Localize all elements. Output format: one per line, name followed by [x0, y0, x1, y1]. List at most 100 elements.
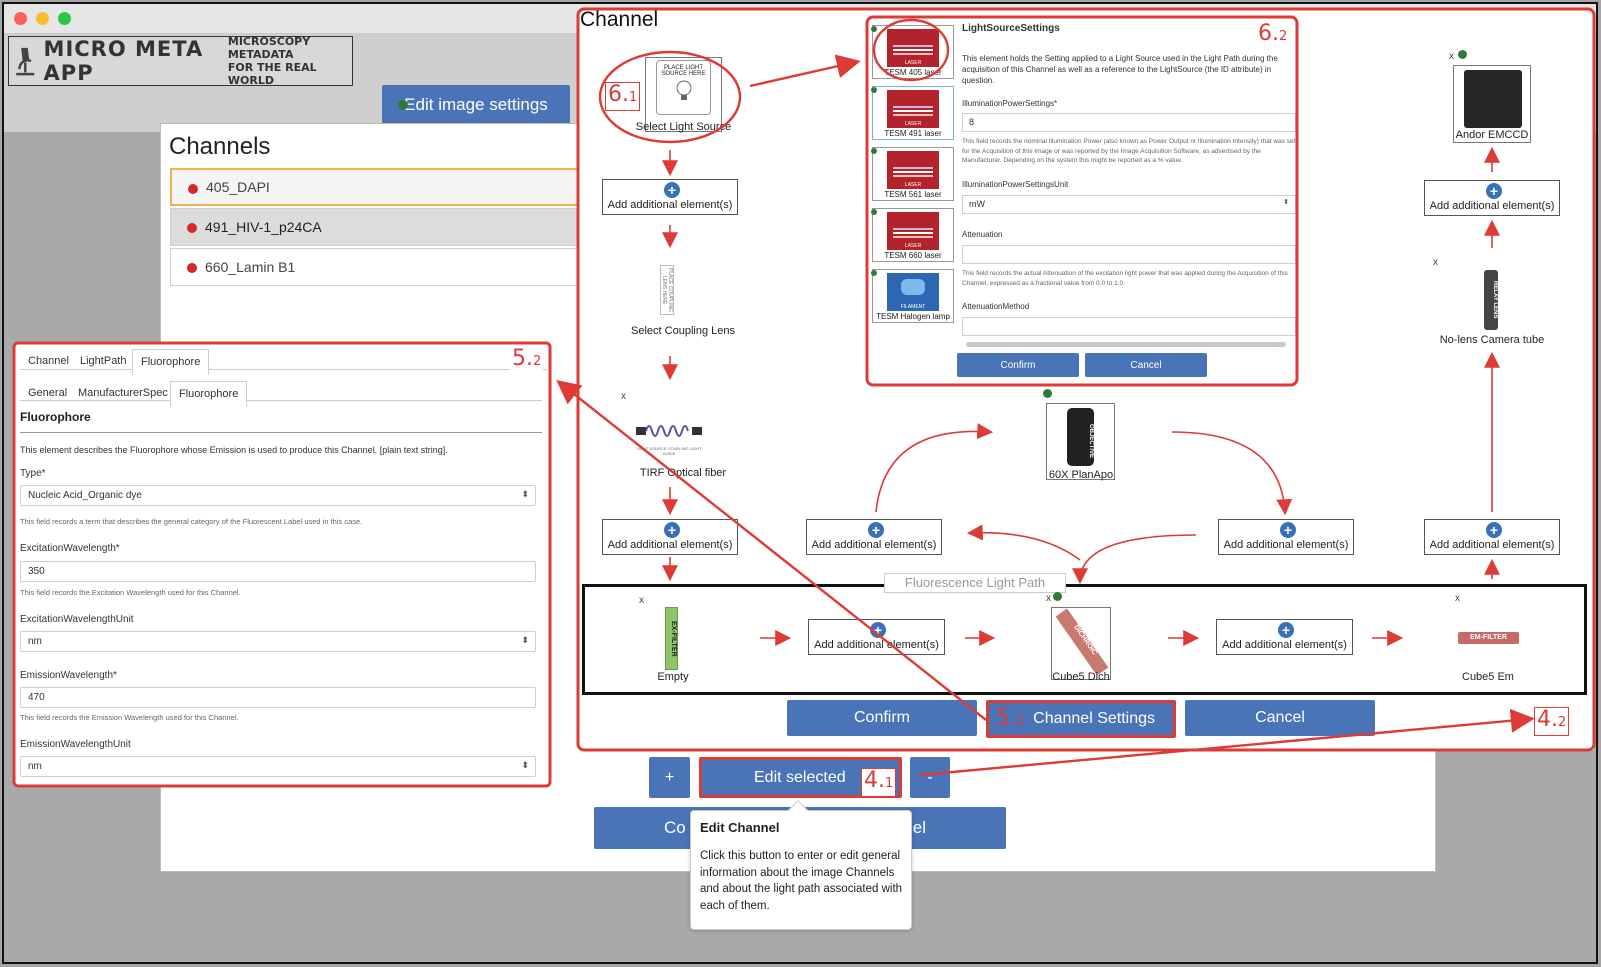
attenuation-help: This field records the actual Attenuatio… — [962, 270, 1288, 287]
dichroic-node[interactable]: DICHROIC — [1051, 607, 1111, 680]
power-unit-label: IlluminationPowerSettingsUnit — [962, 180, 1069, 189]
laser-icon: LASER — [887, 90, 939, 128]
tab-fluorophore[interactable]: Fluorophore — [132, 349, 210, 375]
logo-tagline-line-1: MICROSCOPY METADATA — [227, 35, 311, 61]
excitation-help: This field records the Excitation Wavele… — [20, 588, 241, 597]
channel-name: 660_Lamin B1 — [205, 259, 296, 275]
light-source-caption: TESM 405 laser — [884, 68, 942, 77]
light-source-item[interactable]: LASER TESM 660 laser — [872, 208, 954, 262]
subtab-general[interactable]: General — [20, 381, 75, 405]
add-element-label: Add additional element(s) — [811, 539, 937, 551]
ls-settings-title: LightSourceSettings — [962, 23, 1060, 34]
callout-6-1: 6.1 — [605, 82, 641, 111]
excitation-unit-value: nm — [28, 636, 42, 647]
close-window-icon[interactable] — [14, 12, 27, 25]
add-element-label: Add additional element(s) — [607, 199, 733, 211]
status-dot-icon — [871, 26, 877, 32]
status-dot-icon — [871, 270, 877, 276]
channel-status-dot-icon — [187, 223, 197, 233]
halogen-icon-text: FILAMENT — [900, 304, 926, 310]
ls-cancel-button[interactable]: Cancel — [1085, 353, 1207, 377]
add-element-label: Add additional element(s) — [814, 639, 939, 651]
add-element-label: Add additional element(s) — [1222, 639, 1347, 651]
tab-channel[interactable]: Channel — [20, 349, 77, 373]
light-source-caption: TESM 491 laser — [884, 129, 942, 138]
emission-input[interactable]: 470 — [20, 687, 536, 708]
callout-5-2: 5.2 — [510, 347, 544, 374]
attenuation-method-input[interactable] — [962, 317, 1296, 336]
callout-4-2: 4.2 — [1534, 707, 1570, 736]
minimize-window-icon[interactable] — [36, 12, 49, 25]
remove-fiber-icon[interactable]: x — [621, 391, 626, 402]
remove-emfilter-icon[interactable]: x — [1455, 593, 1460, 604]
edit-image-settings-button[interactable]: Edit image settings — [382, 85, 570, 125]
excitation-input[interactable]: 350 — [20, 561, 536, 582]
subtab-manufacturerspec[interactable]: ManufacturerSpec — [70, 381, 176, 405]
power-unit-select[interactable]: mW ⬍ — [962, 195, 1296, 214]
add-element-button[interactable]: + Add additional element(s) — [808, 619, 945, 655]
remove-dichroic-icon[interactable]: x — [1046, 593, 1051, 604]
light-source-item[interactable]: LASER TESM 405 laser — [872, 25, 954, 79]
add-element-button[interactable]: + Add additional element(s) — [602, 179, 738, 215]
channels-confirm-button[interactable]: Co — [664, 818, 686, 838]
callout-subnumber: 2 — [1279, 29, 1288, 44]
remove-channel-button[interactable]: - — [910, 757, 950, 798]
channel-list-item[interactable]: 405_DAPI — [170, 168, 580, 206]
add-channel-button[interactable]: + — [649, 757, 690, 798]
light-source-place-text: PLACE LIGHT SOURCE HERE — [661, 65, 706, 77]
horizontal-scrollbar[interactable] — [966, 342, 1286, 347]
add-element-button[interactable]: + Add additional element(s) — [1216, 619, 1353, 655]
add-element-button[interactable]: + Add additional element(s) — [1424, 180, 1560, 216]
add-element-button[interactable]: + Add additional element(s) — [1218, 519, 1354, 555]
light-source-item[interactable]: LASER TESM 491 laser — [872, 86, 954, 140]
channel-confirm-button[interactable]: Confirm — [787, 700, 977, 736]
channel-name: 405_DAPI — [206, 179, 270, 195]
remove-camera-icon[interactable]: x — [1449, 51, 1454, 62]
type-help: This field records a term that describes… — [20, 517, 363, 526]
fluorophore-description: This element describes the Fluorophore w… — [20, 445, 448, 455]
ls-confirm-label: Confirm — [1000, 359, 1036, 371]
tab-lightpath[interactable]: LightPath — [72, 349, 134, 373]
select-arrow-icon: ⬍ — [521, 489, 529, 499]
callout-subnumber: 1 — [885, 776, 894, 791]
attenuation-label: Attenuation — [962, 230, 1003, 239]
status-dot-icon — [871, 148, 877, 154]
channel-status-dot-icon — [187, 263, 197, 273]
excitation-unit-select[interactable]: nm ⬍ — [20, 631, 536, 652]
light-source-item[interactable]: LASER TESM 561 laser — [872, 147, 954, 201]
add-element-button[interactable]: + Add additional element(s) — [806, 519, 942, 555]
remove-exfilter-icon[interactable]: x — [639, 595, 644, 606]
emission-unit-select[interactable]: nm ⬍ — [20, 756, 536, 777]
power-unit-value: mW — [969, 199, 985, 209]
remove-tube-icon[interactable]: x — [1433, 257, 1438, 268]
channel-panel-title: Channel — [580, 8, 659, 31]
channel-list-item[interactable]: 491_HIV-1_p24CA — [170, 208, 580, 246]
light-source-caption: TESM 561 laser — [884, 190, 942, 199]
type-label: Type* — [20, 468, 46, 479]
fiber-subtext: LIGHT SOURCE COUPLING LIGHT GUIDE — [636, 446, 702, 456]
light-source-item[interactable]: FILAMENT TESM Halogen lamp — [872, 269, 954, 323]
select-light-source-caption: Select Light Source — [635, 121, 732, 133]
attenuation-input[interactable] — [962, 245, 1296, 264]
zoom-window-icon[interactable] — [58, 12, 71, 25]
channel-list-item[interactable]: 660_Lamin B1 — [170, 248, 580, 286]
power-input[interactable]: 8 — [962, 113, 1296, 132]
add-element-button[interactable]: + Add additional element(s) — [602, 519, 738, 555]
emfilter-caption: Cube5 Em — [1462, 671, 1514, 683]
select-arrow-icon: ⬍ — [521, 635, 529, 645]
channel-cancel-button[interactable]: Cancel — [1185, 700, 1375, 736]
edit-channel-tooltip: Edit Channel Click this button to enter … — [690, 800, 912, 930]
callout-number: 6. — [608, 82, 629, 107]
logo-tagline-line-2: FOR THE REAL WORLD — [227, 61, 317, 87]
coupling-lens-icon: PLACE COUPLING LENS HERE — [660, 265, 674, 315]
fiber-coil-graphic — [636, 425, 702, 437]
add-element-button[interactable]: + Add additional element(s) — [1424, 519, 1560, 555]
channel-name: 491_HIV-1_p24CA — [205, 219, 322, 235]
select-coupling-lens-caption: Select Coupling Lens — [631, 325, 735, 337]
attenuation-method-label: AttenuationMethod — [962, 302, 1030, 311]
type-select[interactable]: Nucleic Acid_Organic dye ⬍ — [20, 485, 536, 506]
subtab-fluorophore[interactable]: Fluorophore — [170, 381, 248, 407]
callout-number: 6. — [1258, 21, 1279, 46]
channel-confirm-label: Confirm — [853, 709, 910, 726]
ls-confirm-button[interactable]: Confirm — [957, 353, 1079, 377]
